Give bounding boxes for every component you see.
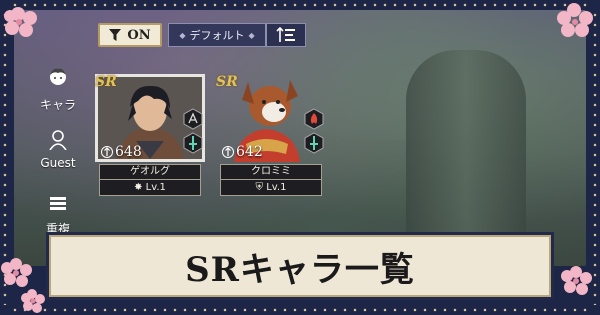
stack-icon: [50, 197, 66, 210]
character-card[interactable]: SR 642 クロミミ ⛨ Lv.1: [216, 74, 326, 196]
frame-dots: [10, 308, 590, 312]
page-title: SRキャラ一覧: [185, 249, 415, 290]
power-number: 642: [236, 144, 263, 160]
character-card[interactable]: SR 648 ゲオルグ ✸ Lv.1: [95, 74, 205, 196]
level-text: Lv.1: [266, 182, 287, 193]
filter-icon: [109, 28, 122, 41]
power-number: 648: [115, 144, 142, 160]
filter-toggle-button[interactable]: ON: [98, 23, 162, 47]
sakura-blossom-icon: [4, 7, 37, 37]
character-name: クロミミ: [220, 164, 322, 180]
character-name: ゲオルグ: [99, 164, 201, 180]
nav-item-label: Guest: [40, 156, 76, 170]
character-icon: [50, 68, 66, 85]
attack-sword-icon: [183, 132, 203, 154]
nav-item-chara[interactable]: キャラ: [28, 66, 88, 113]
diamond-ornament-icon: ◆: [248, 30, 255, 40]
class-shield-icon: ⛨: [255, 182, 264, 193]
rarity-badge: SR: [95, 74, 117, 90]
frame-dots: [10, 3, 590, 7]
power-value: 642: [222, 144, 263, 160]
rarity-badge: SR: [216, 74, 238, 90]
level-plate: ⛨ Lv.1: [220, 180, 322, 196]
filter-state-label: ON: [127, 27, 151, 43]
power-up-icon: [101, 146, 113, 158]
class-emblem-icon: ✸: [134, 182, 143, 193]
sort-order-button[interactable]: [266, 23, 306, 47]
level-plate: ✸ Lv.1: [99, 180, 201, 196]
element-wind-icon: [183, 108, 203, 130]
element-fire-icon: [304, 108, 324, 130]
sakura-blossom-icon: [557, 3, 593, 37]
power-up-icon: [222, 146, 234, 158]
level-text: Lv.1: [145, 182, 166, 193]
nav-item-label: キャラ: [39, 98, 76, 112]
sort-order-icon: [276, 27, 295, 42]
attack-sword-icon: [304, 132, 324, 154]
nav-item-guest[interactable]: Guest: [28, 130, 88, 170]
sort-dropdown[interactable]: ◆ デフォルト ◆: [168, 23, 266, 47]
person-icon: [49, 130, 67, 151]
power-value: 648: [101, 144, 142, 160]
nav-item-duplicate[interactable]: 重複: [28, 194, 88, 237]
title-banner: SRキャラ一覧: [46, 232, 554, 300]
diamond-ornament-icon: ◆: [179, 30, 186, 40]
sakura-blossom-icon: [561, 266, 592, 295]
sort-label: デフォルト: [189, 29, 245, 42]
